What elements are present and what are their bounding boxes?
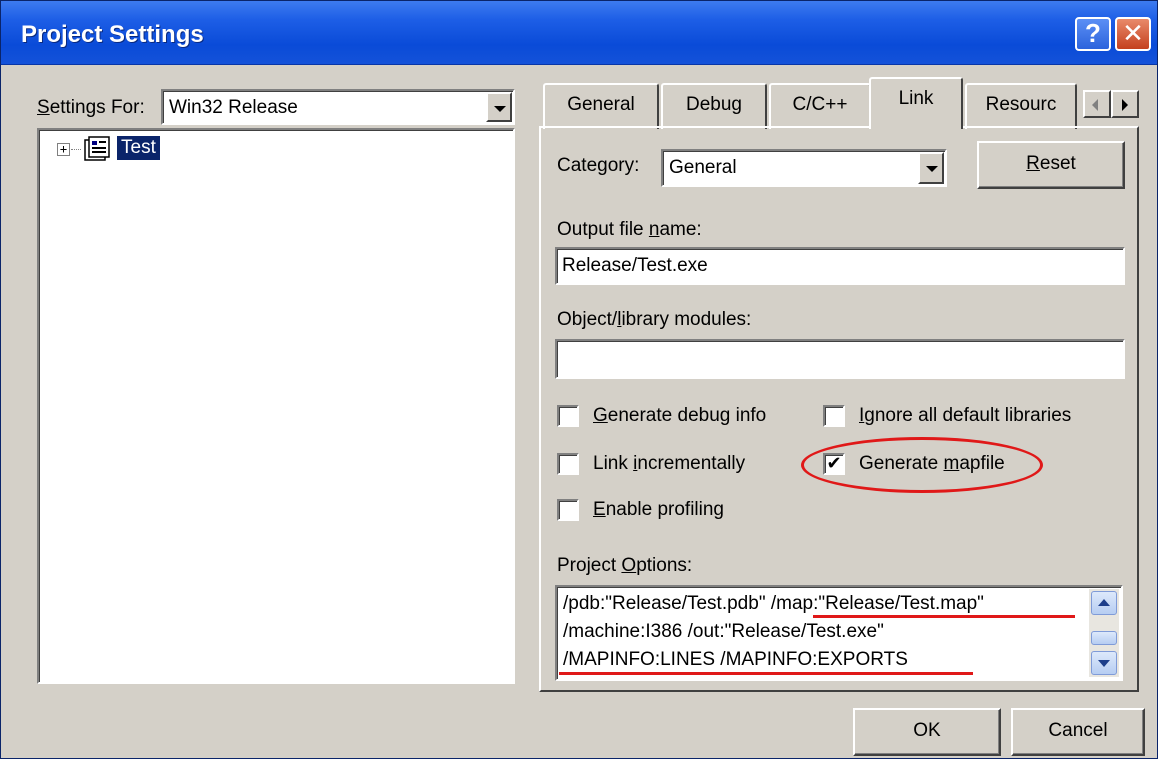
ignore-default-libraries-checkbox[interactable] (823, 405, 845, 427)
mapfile-annotation-circle (801, 437, 1043, 493)
tab-resource[interactable]: Resourc (965, 83, 1077, 129)
reset-button[interactable]: Reset (977, 141, 1125, 189)
output-file-label: Output file name: (557, 219, 702, 240)
generate-debug-info-checkbox[interactable] (557, 405, 579, 427)
tab-scroll-left-icon[interactable] (1083, 90, 1111, 118)
scroll-thumb[interactable] (1091, 631, 1117, 645)
output-file-value: Release/Test.exe (562, 255, 708, 276)
tree-item-test[interactable]: Test (117, 136, 160, 160)
cancel-button[interactable]: Cancel (1011, 708, 1145, 756)
settings-for-label: Settings For: (37, 97, 145, 118)
tab-scroll-right-icon[interactable] (1111, 90, 1139, 118)
scroll-down-icon[interactable] (1091, 651, 1117, 675)
title-bar[interactable]: Project Settings ? ✕ (1, 1, 1157, 65)
tab-link[interactable]: Link (869, 77, 963, 129)
tab-debug[interactable]: Debug (661, 83, 767, 129)
category-value: General (669, 157, 737, 178)
mapinfo-underline (559, 672, 973, 675)
window-title: Project Settings (21, 21, 204, 48)
options-scrollbar[interactable] (1089, 589, 1119, 677)
close-button[interactable]: ✕ (1115, 17, 1151, 51)
tree-connector (71, 149, 81, 150)
object-modules-input[interactable] (555, 339, 1125, 379)
map-option-underline (813, 615, 1075, 618)
tab-general[interactable]: General (543, 83, 659, 129)
project-options-label: Project Options: (557, 555, 693, 576)
category-dropdown[interactable]: General (661, 149, 947, 187)
link-incrementally-checkbox[interactable] (557, 453, 579, 475)
tab-cpp[interactable]: C/C++ (769, 83, 871, 129)
settings-for-dropdown[interactable]: Win32 Release (161, 89, 515, 125)
category-label: Category: (557, 155, 640, 176)
enable-profiling-checkbox[interactable] (557, 499, 579, 521)
project-tree[interactable]: + Test (37, 128, 515, 684)
scroll-up-icon[interactable] (1091, 591, 1117, 615)
project-options-line: /pdb:"Release/Test.pdb" /map:"Release/Te… (563, 593, 984, 614)
project-options-line: /MAPINFO:LINES /MAPINFO:EXPORTS (563, 649, 908, 670)
output-file-input[interactable]: Release/Test.exe (555, 247, 1125, 285)
ignore-default-libraries-label: Ignore all default libraries (859, 405, 1072, 426)
enable-profiling-label: Enable profiling (593, 499, 724, 520)
link-incrementally-label: Link incrementally (593, 453, 746, 474)
object-modules-label: Object/library modules: (557, 309, 752, 330)
project-options-line: /machine:I386 /out:"Release/Test.exe" (563, 621, 884, 642)
tab-scroll (1083, 90, 1141, 120)
project-options-textarea[interactable]: /pdb:"Release/Test.pdb" /map:"Release/Te… (555, 585, 1123, 681)
project-icon (84, 136, 110, 161)
generate-debug-info-label: Generate debug info (593, 405, 767, 426)
tree-expand-icon[interactable]: + (57, 143, 70, 156)
chevron-down-icon[interactable] (918, 152, 944, 184)
chevron-down-icon[interactable] (486, 92, 512, 122)
settings-for-value: Win32 Release (169, 97, 298, 118)
help-button[interactable]: ? (1075, 17, 1111, 51)
project-settings-dialog: Project Settings ? ✕ Settings For: Win32… (0, 0, 1158, 759)
ok-button[interactable]: OK (853, 708, 1001, 756)
